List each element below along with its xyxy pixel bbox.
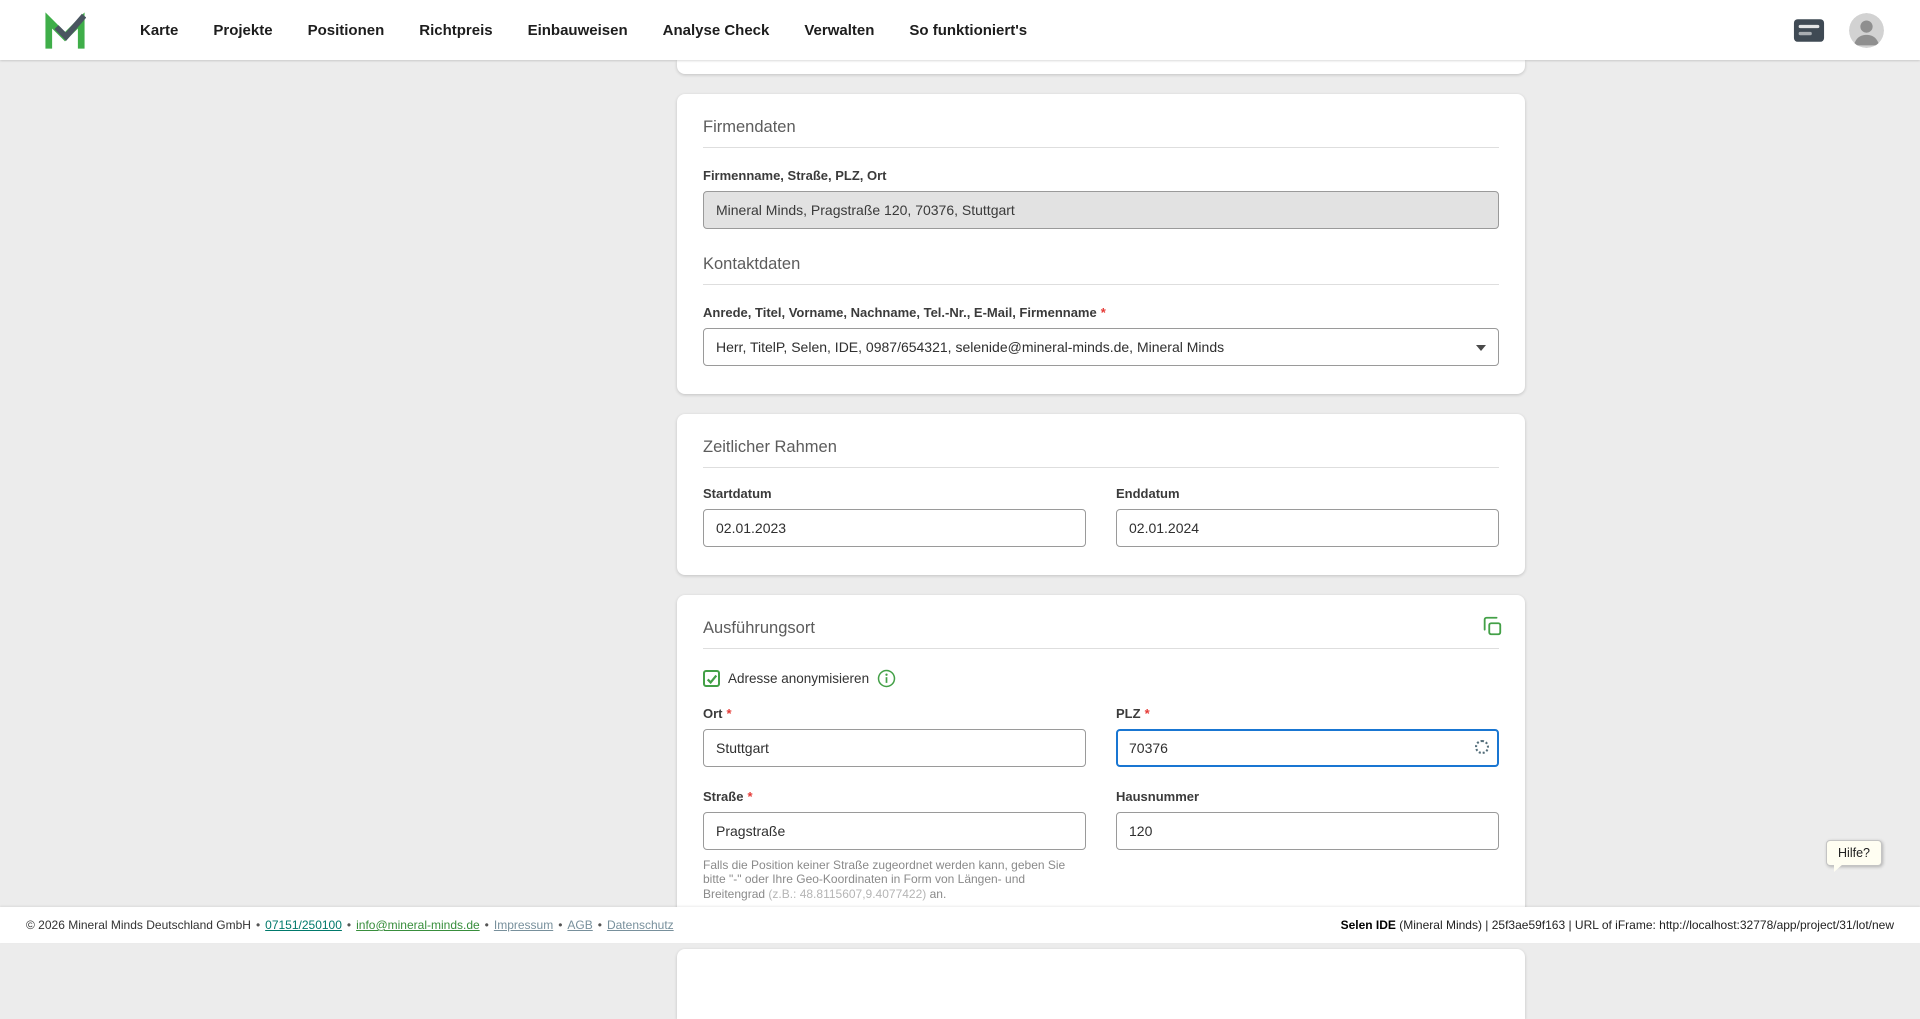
zeitlicher-rahmen-title: Zeitlicher Rahmen	[703, 438, 1499, 457]
startdatum-label: Startdatum	[703, 486, 1086, 501]
zeitlicher-rahmen-card: Zeitlicher Rahmen Startdatum Enddatum	[677, 414, 1525, 575]
impressum-link[interactable]: Impressum	[494, 918, 553, 932]
ort-label: Ort *	[703, 706, 1086, 721]
kontakt-label-text: Anrede, Titel, Vorname, Nachname, Tel.-N…	[703, 305, 1097, 320]
footer-separator: •	[558, 918, 562, 932]
hausnummer-label-text: Hausnummer	[1116, 789, 1199, 804]
hausnummer-label: Hausnummer	[1116, 789, 1499, 804]
footer-separator: •	[347, 918, 351, 932]
required-asterisk: *	[1145, 706, 1150, 721]
enddatum-field: Enddatum	[1116, 486, 1499, 547]
required-asterisk: *	[727, 706, 732, 721]
nav-item-einbauweisen[interactable]: Einbauweisen	[528, 22, 628, 39]
copyright-text: © 2026 Mineral Minds Deutschland GmbH	[26, 918, 251, 932]
nav-item-verwalten[interactable]: Verwalten	[804, 22, 874, 39]
firmendaten-card: Firmendaten Firmenname, Straße, PLZ, Ort…	[677, 94, 1525, 394]
nav-item-positionen[interactable]: Positionen	[308, 22, 385, 39]
brand-logo-icon[interactable]	[44, 8, 86, 52]
required-asterisk: *	[1101, 305, 1106, 320]
strasse-input[interactable]	[703, 812, 1086, 850]
info-icon[interactable]	[877, 669, 896, 688]
footer-separator: •	[485, 918, 489, 932]
server-icon[interactable]	[1793, 18, 1825, 43]
phone-link[interactable]: 07151/250100	[265, 918, 342, 932]
divider	[703, 467, 1499, 468]
startdatum-label-text: Startdatum	[703, 486, 772, 501]
startdatum-input[interactable]	[703, 509, 1086, 547]
strasse-label-text: Straße	[703, 789, 743, 804]
nav-item-projekte[interactable]: Projekte	[213, 22, 272, 39]
strasse-hint-end: an.	[926, 887, 946, 901]
nav-item-richtpreis[interactable]: Richtpreis	[419, 22, 492, 39]
ort-input[interactable]	[703, 729, 1086, 767]
anonymize-checkbox[interactable]	[703, 670, 720, 687]
strasse-field: Straße * Falls die Position keiner Straß…	[703, 789, 1086, 901]
footer: © 2026 Mineral Minds Deutschland GmbH • …	[0, 907, 1920, 943]
nav-links: Karte Projekte Positionen Richtpreis Ein…	[140, 22, 1027, 39]
kontakt-label: Anrede, Titel, Vorname, Nachname, Tel.-N…	[703, 305, 1499, 320]
email-link[interactable]: info@mineral-minds.de	[356, 918, 480, 932]
divider	[703, 648, 1499, 649]
hausnummer-field: Hausnummer	[1116, 789, 1499, 901]
datenschutz-link[interactable]: Datenschutz	[607, 918, 674, 932]
top-navigation: Karte Projekte Positionen Richtpreis Ein…	[0, 0, 1920, 60]
app-id-text: Selen IDE	[1341, 918, 1396, 932]
nav-item-so-funktionierts[interactable]: So funktioniert's	[909, 22, 1027, 39]
required-asterisk: *	[747, 789, 752, 804]
firmenname-label: Firmenname, Straße, PLZ, Ort	[703, 168, 1499, 183]
strasse-hint-example: (z.B.: 48.8115607,9.4077422)	[768, 887, 926, 901]
firmendaten-title: Firmendaten	[703, 118, 1499, 137]
startdatum-field: Startdatum	[703, 486, 1086, 547]
nav-right	[1793, 13, 1884, 48]
footer-left: © 2026 Mineral Minds Deutschland GmbH • …	[26, 918, 674, 932]
copy-icon[interactable]	[1481, 615, 1503, 637]
enddatum-label-text: Enddatum	[1116, 486, 1180, 501]
divider	[703, 284, 1499, 285]
ausfuehrungsort-title: Ausführungsort	[703, 619, 1499, 638]
help-button[interactable]: Hilfe?	[1826, 840, 1882, 866]
divider	[703, 147, 1499, 148]
content-column: Firmendaten Firmenname, Straße, PLZ, Ort…	[677, 60, 1525, 1019]
kontaktdaten-title: Kontaktdaten	[703, 255, 1499, 274]
firmenname-label-text: Firmenname, Straße, PLZ, Ort	[703, 168, 887, 183]
ort-label-text: Ort	[703, 706, 723, 721]
plz-label: PLZ *	[1116, 706, 1499, 721]
caret-down-icon	[1476, 345, 1486, 351]
footer-separator: •	[598, 918, 602, 932]
nav-item-karte[interactable]: Karte	[140, 22, 178, 39]
footer-right: Selen IDE (Mineral Minds) | 25f3ae59f163…	[1341, 918, 1894, 932]
enddatum-label: Enddatum	[1116, 486, 1499, 501]
footer-separator: •	[256, 918, 260, 932]
anonymize-label: Adresse anonymisieren	[728, 671, 869, 686]
strasse-label: Straße *	[703, 789, 1086, 804]
kontakt-select[interactable]: Herr, TitelP, Selen, IDE, 0987/654321, s…	[703, 328, 1499, 366]
nav-item-analyse-check[interactable]: Analyse Check	[663, 22, 770, 39]
user-avatar[interactable]	[1849, 13, 1884, 48]
strasse-hint: Falls die Position keiner Straße zugeord…	[703, 858, 1086, 901]
ausfuehrungsort-card: Ausführungsort Adresse anonymisieren	[677, 595, 1525, 929]
loading-spinner-icon	[1475, 740, 1489, 754]
enddatum-input[interactable]	[1116, 509, 1499, 547]
kontakt-select-value: Herr, TitelP, Selen, IDE, 0987/654321, s…	[716, 339, 1224, 355]
hausnummer-input[interactable]	[1116, 812, 1499, 850]
plz-label-text: PLZ	[1116, 706, 1141, 721]
iframe-info-text: (Mineral Minds) | 25f3ae59f163 | URL of …	[1396, 918, 1894, 932]
anonymize-row: Adresse anonymisieren	[703, 669, 1499, 688]
card-partial-top	[677, 60, 1525, 74]
firmenname-input	[703, 191, 1499, 229]
plz-field: PLZ *	[1116, 706, 1499, 767]
agb-link[interactable]: AGB	[567, 918, 592, 932]
plz-input[interactable]	[1116, 729, 1499, 767]
card-partial-bottom	[677, 949, 1525, 1019]
ort-field: Ort *	[703, 706, 1086, 767]
